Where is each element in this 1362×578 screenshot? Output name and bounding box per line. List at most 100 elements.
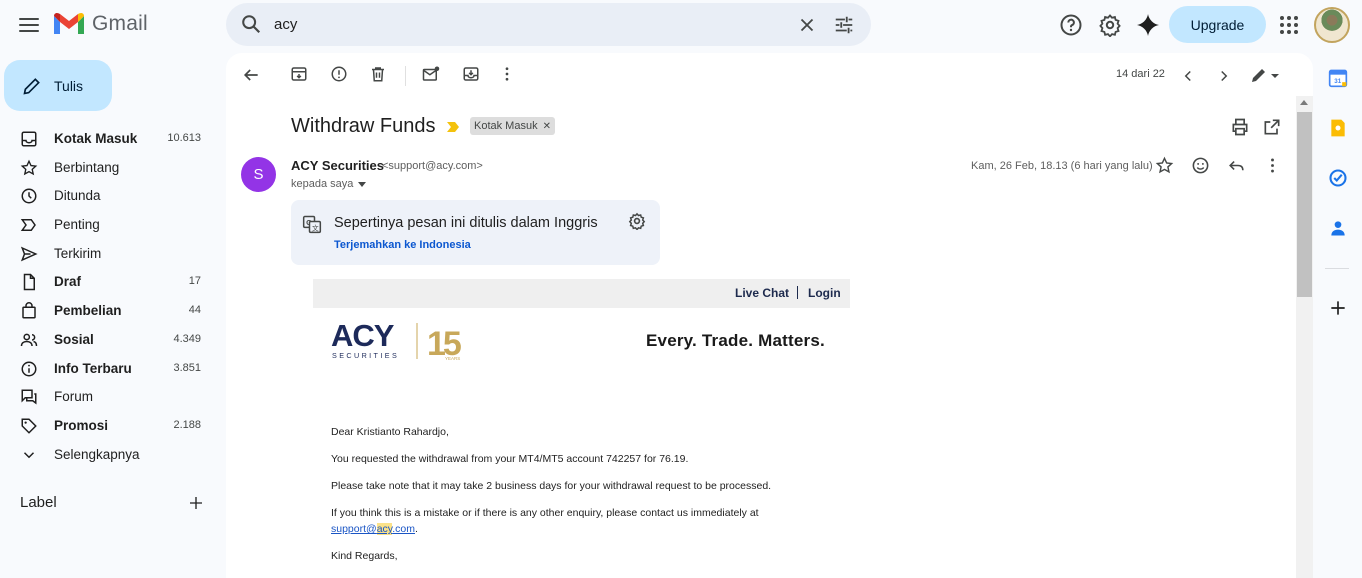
sidebar-item-label: Berbintang [54,159,120,175]
apps-grid-icon[interactable] [1280,16,1298,34]
sidebar-item-label: Info Terbaru [54,360,132,376]
sender-avatar[interactable]: S [241,157,276,192]
sidebar-item-label: Kotak Masuk [54,131,138,146]
support-email-link[interactable]: support@acy.com [331,523,415,535]
search-options-icon[interactable] [833,14,855,36]
main-menu-button[interactable] [18,14,40,36]
login-link[interactable]: Login [808,286,841,300]
sidebar-item-label: Sosial [54,331,94,347]
chevron-left-icon[interactable] [1179,67,1197,85]
forum-icon [21,389,37,405]
sender-name[interactable]: ACY Securities [291,158,384,173]
report-spam-icon[interactable] [330,65,348,83]
sidebar-nav: Kotak Masuk 10.613 Berbintang Ditunda Pe… [0,124,220,468]
add-label-icon[interactable] [188,495,204,511]
sidebar-item-forums[interactable]: Forum [0,382,220,411]
sidebar-item-label: Promosi [54,417,109,433]
settings-gear-icon[interactable] [628,212,646,230]
settings-gear-icon[interactable] [1098,13,1122,37]
scroll-up-arrow[interactable] [1300,100,1308,105]
delete-icon[interactable] [369,65,387,83]
svg-text:31: 31 [1334,78,1341,85]
more-vert-icon[interactable] [1263,156,1282,175]
clock-icon [21,188,37,204]
chevron-right-icon[interactable] [1215,67,1233,85]
mark-unread-icon[interactable] [422,65,440,83]
compose-button[interactable]: Tulis [4,60,112,111]
email-header-bar: Live Chat Login [313,279,850,308]
scrollbar-thumb[interactable] [1297,112,1312,297]
sidebar-item-promotions[interactable]: Promosi 2.188 [0,411,220,440]
tasks-icon[interactable] [1328,168,1348,188]
logo-sub: SECURITIES [332,351,399,360]
label-chip-inbox: Kotak Masuk ✕ [470,117,555,135]
calendar-icon[interactable]: 31 [1328,68,1348,88]
email-paragraph: If you think this is a mistake or if the… [331,507,759,519]
keep-icon[interactable] [1328,118,1348,138]
email-contact-line: support@acy.com. [331,523,418,535]
sidebar-item-count: 44 [188,304,201,317]
add-addon-icon[interactable] [1328,298,1348,318]
open-new-window-icon[interactable] [1262,117,1282,137]
send-icon [20,246,38,262]
recipient-details[interactable]: kepada saya [291,178,367,190]
logo-years: YEARS [445,356,460,361]
star-icon [20,159,38,175]
email-subject: Withdraw Funds [291,115,436,137]
input-tools-icon[interactable] [1249,66,1283,86]
inbox-icon [21,131,37,147]
sidebar-item-inbox[interactable]: Kotak Masuk 10.613 [0,124,220,153]
caret-down-icon [358,181,367,187]
account-avatar[interactable] [1314,7,1350,43]
sidebar-item-label: Penting [54,217,100,233]
translate-title: Sepertinya pesan ini ditulis dalam Inggr… [334,215,598,231]
more-vert-icon[interactable] [498,65,516,83]
chevron-down-icon [23,451,35,458]
upgrade-button[interactable]: Upgrade [1169,6,1266,43]
gmail-logo[interactable]: Gmail [54,12,148,36]
labels-heading: Label [20,494,57,511]
search-icon[interactable] [240,13,262,35]
sidebar-item-more[interactable]: Selengkapnya [0,440,220,469]
sidebar-item-label: Pembelian [54,303,122,319]
email-closing: Kind Regards, [331,550,398,562]
gemini-sparkle-icon[interactable] [1136,13,1160,37]
sidebar-item-label: Draf [54,274,82,290]
translate-banner: G文 Sepertinya pesan ini ditulis dalam In… [291,200,660,265]
print-icon[interactable] [1230,117,1250,137]
star-icon[interactable] [1155,156,1174,175]
archive-icon[interactable] [290,65,308,83]
email-paragraph: Please take note that it may take 2 busi… [331,480,772,492]
search-bar [226,3,871,46]
back-arrow-icon[interactable] [241,65,261,85]
sidebar-item-starred[interactable]: Berbintang [0,153,220,182]
sidebar-item-social[interactable]: Sosial 4.349 [0,325,220,354]
sidebar-item-snoozed[interactable]: Ditunda [0,181,220,210]
reply-icon[interactable] [1227,156,1246,175]
translate-link[interactable]: Terjemahkan ke Indonesia [334,239,471,251]
sidebar-item-purchases[interactable]: Pembelian 44 [0,296,220,325]
clear-search-icon[interactable] [796,14,818,36]
sidebar-item-count: 17 [188,275,201,288]
remove-label-icon[interactable]: ✕ [543,121,551,132]
contacts-icon[interactable] [1328,218,1348,238]
search-input[interactable] [274,11,794,38]
info-icon [21,361,37,376]
sidebar-item-important[interactable]: Penting [0,210,220,239]
pencil-icon [23,78,40,95]
message-panel: 14 dari 22 Withdraw Funds Kotak Masuk ✕ S… [226,53,1313,578]
recipient-text: kepada saya [291,178,354,190]
help-icon[interactable] [1059,13,1083,37]
sidebar-item-drafts[interactable]: Draf 17 [0,267,220,296]
important-marker-icon[interactable] [446,121,460,133]
acy-securities-logo: ACY SECURITIES 15 YEARS [331,319,464,363]
live-chat-link[interactable]: Live Chat [735,286,789,300]
label-chip-text: Kotak Masuk [474,120,538,132]
sidebar-item-count: 4.349 [173,332,201,345]
sidebar-item-updates[interactable]: Info Terbaru 3.851 [0,354,220,383]
move-to-icon[interactable] [462,65,480,83]
important-icon [20,219,36,232]
people-icon [20,333,38,346]
emoji-reaction-icon[interactable] [1191,156,1210,175]
sidebar-item-sent[interactable]: Terkirim [0,239,220,268]
